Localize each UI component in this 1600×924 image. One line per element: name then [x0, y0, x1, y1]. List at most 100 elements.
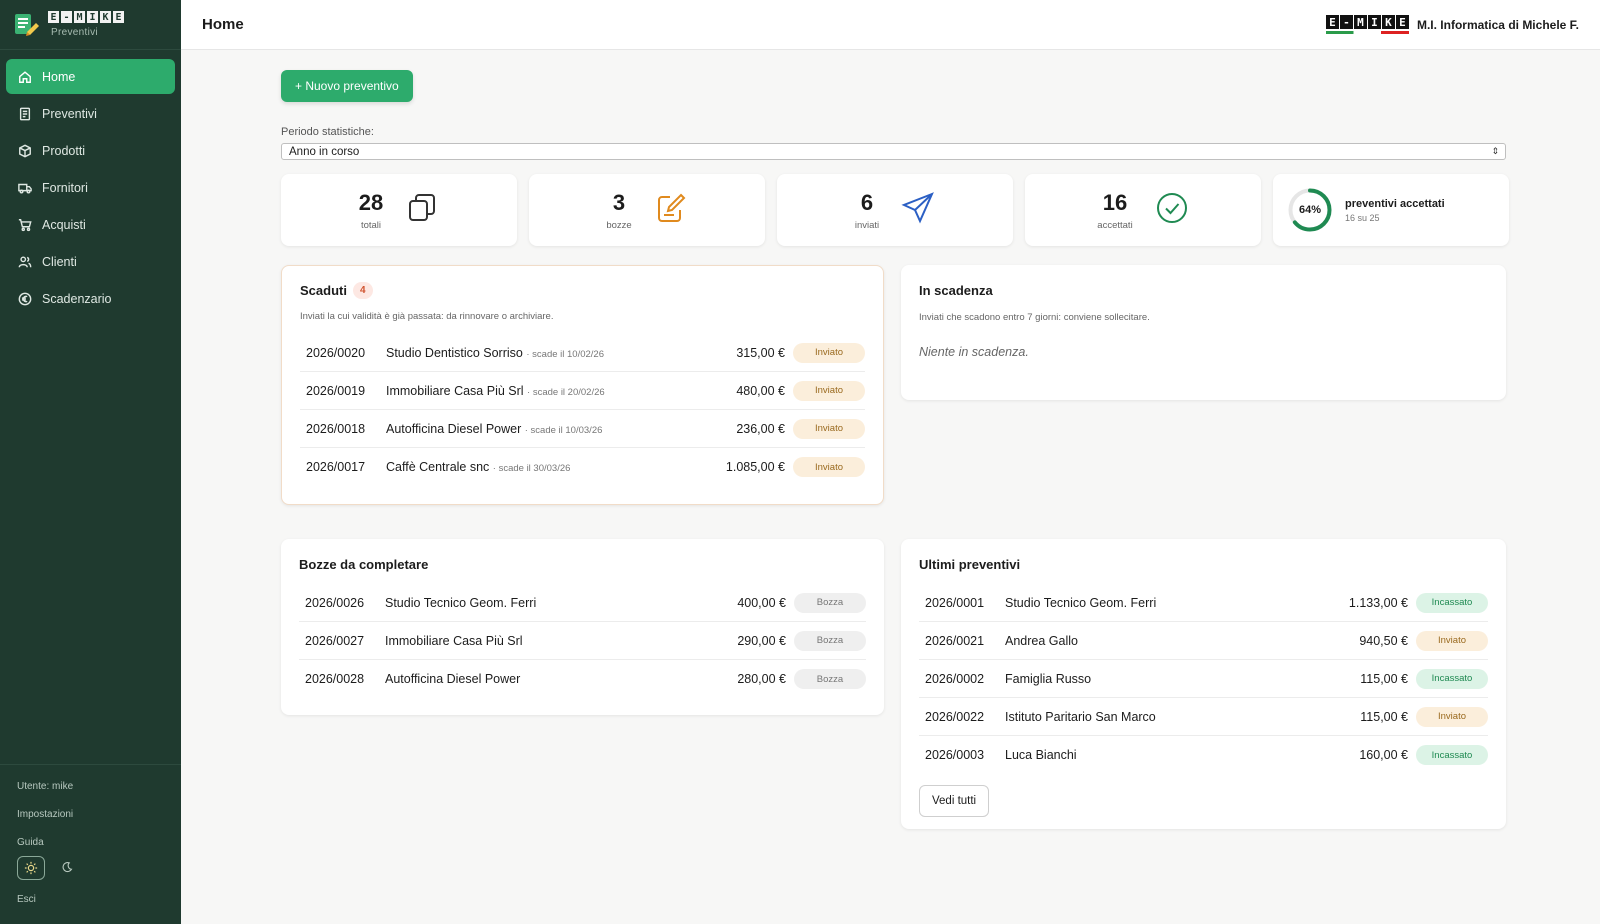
expiring-title: In scadenza — [919, 283, 993, 298]
moon-icon — [62, 861, 73, 872]
sidebar-item-clienti[interactable]: Clienti — [6, 244, 175, 279]
quote-row[interactable]: 2026/0020 Studio Dentistico Sorriso · sca… — [300, 334, 865, 372]
current-user: Utente: mike — [17, 781, 74, 792]
quote-row[interactable]: 2026/0022 Istituto Paritario San Marco 115… — [919, 698, 1488, 736]
status-badge: Inviato — [793, 380, 865, 401]
new-quote-button[interactable]: + Nuovo preventivo — [281, 70, 413, 102]
quote-client-wrap: Studio Tecnico Geom. Ferri — [1005, 596, 1328, 610]
sidebar-item-prodotti[interactable]: Prodotti — [6, 133, 175, 168]
sidebar-item-acquisti[interactable]: Acquisti — [6, 207, 175, 242]
sidebar-item-home[interactable]: Home — [6, 59, 175, 94]
logo-letter: E — [1325, 15, 1339, 29]
euro-icon — [18, 292, 32, 306]
quote-client: Autofficina Diesel Power — [385, 672, 521, 686]
dark-theme-button[interactable] — [61, 861, 73, 876]
status-badge: Inviato — [1416, 630, 1488, 651]
stat-card-inviati: 6 inviati — [777, 174, 1013, 246]
home-icon — [18, 70, 32, 84]
quote-row[interactable]: 2026/0028 Autofficina Diesel Power 280,00 … — [299, 660, 866, 698]
status-badge: Incassato — [1416, 592, 1488, 613]
stat-label: inviati — [854, 219, 880, 231]
topbar: Home E-MIKE M.I. Informatica di Michele … — [181, 0, 1600, 50]
quote-client-wrap: Immobiliare Casa Più Srl — [385, 634, 706, 648]
drafts-card: Bozze da completare 2026/0026 Studio Tecn… — [281, 539, 884, 715]
users-icon — [18, 255, 32, 269]
sidebar-footer: Utente: mike Impostazioni Guida Esci — [0, 764, 181, 924]
status-badge: Inviato — [793, 418, 865, 439]
settings-link[interactable]: Impostazioni — [17, 809, 164, 820]
quote-code: 2026/0002 — [925, 671, 985, 686]
sidebar-item-label: Prodotti — [42, 143, 86, 158]
quote-row[interactable]: 2026/0001 Studio Tecnico Geom. Ferri 1.133… — [919, 584, 1488, 622]
status-badge: Bozza — [794, 669, 866, 689]
logo-letter: K — [100, 11, 111, 23]
quote-amount: 315,00 € — [736, 345, 785, 360]
acceptance-title: preventivi accettati — [1345, 197, 1445, 210]
quote-row[interactable]: 2026/0027 Immobiliare Casa Più Srl 290,00 … — [299, 622, 866, 660]
quote-client: Studio Tecnico Geom. Ferri — [1005, 595, 1157, 610]
cart-icon — [18, 218, 32, 232]
sidebar-item-label: Fornitori — [42, 180, 88, 195]
quote-row[interactable]: 2026/0017 Caffè Centrale snc · scade il 3… — [300, 448, 865, 486]
quote-amount: 115,00 € — [1360, 671, 1408, 686]
expired-card: Scaduti 4 Inviati la cui validità è già … — [281, 265, 884, 505]
sidebar: E-MIKE Preventivi Home Preventivi Prodot… — [0, 0, 181, 924]
quote-client-wrap: Autofficina Diesel Power — [385, 672, 706, 686]
quote-amount: 115,00 € — [1360, 709, 1408, 724]
recent-list: 2026/0001 Studio Tecnico Geom. Ferri 1.133… — [919, 584, 1488, 774]
light-theme-button[interactable] — [17, 856, 45, 880]
quote-amount: 160,00 € — [1359, 748, 1408, 762]
stat-label: bozze — [606, 219, 632, 231]
quote-row[interactable]: 2026/0002 Famiglia Russo 115,00 € Incassato — [919, 660, 1488, 698]
quote-client: Luca Bianchi — [1005, 748, 1077, 762]
period-label: Periodo statistiche: — [281, 126, 374, 138]
send-icon — [901, 191, 935, 230]
quote-amount: 1.133,00 € — [1348, 595, 1408, 610]
period-select[interactable]: Anno in corso ⇕ — [281, 143, 1506, 160]
stat-card-totali: 28 totali — [281, 174, 517, 246]
quote-due-date: · scade il 10/02/26 — [526, 348, 604, 360]
quote-row[interactable]: 2026/0018 Autofficina Diesel Power · scad… — [300, 410, 865, 448]
see-all-button[interactable]: Vedi tutti — [919, 785, 990, 817]
quote-client-wrap: Andrea Gallo — [1005, 634, 1328, 648]
check-circle-icon — [1155, 191, 1189, 230]
expired-list: 2026/0020 Studio Dentistico Sorriso · sca… — [300, 334, 865, 486]
logo-letter: M — [1353, 15, 1367, 29]
sidebar-item-label: Clienti — [42, 254, 77, 269]
quote-client: Autofficina Diesel Power — [386, 421, 522, 436]
quote-row[interactable]: 2026/0019 Immobiliare Casa Più Srl · scad… — [300, 372, 865, 410]
quote-client-wrap: Luca Bianchi — [1005, 748, 1328, 762]
logo-letter: K — [1381, 15, 1395, 29]
quote-code: 2026/0022 — [925, 709, 985, 724]
guide-link[interactable]: Guida — [17, 837, 164, 848]
quote-code: 2026/0018 — [306, 421, 366, 436]
logo-letter: E — [48, 11, 59, 23]
stats-row: 28 totali 3 bozze 6 inviati 16 accettati — [281, 174, 1509, 246]
select-arrows-icon: ⇕ — [1491, 146, 1499, 156]
sidebar-item-fornitori[interactable]: Fornitori — [6, 170, 175, 205]
status-badge: Inviato — [793, 342, 865, 363]
quote-row[interactable]: 2026/0021 Andrea Gallo 940,50 € Inviato — [919, 622, 1488, 660]
page-title: Home — [202, 16, 244, 33]
sidebar-item-scadenzario[interactable]: Scadenzario — [6, 281, 175, 316]
logout-link[interactable]: Esci — [17, 894, 164, 905]
quote-client: Istituto Paritario San Marco — [1005, 709, 1156, 724]
acceptance-ring: 64% — [1287, 187, 1333, 233]
logo-letter: E — [113, 11, 124, 23]
period-select-value: Anno in corso — [289, 145, 360, 158]
expiring-desc: Inviati che scadono entro 7 giorni: conv… — [919, 312, 1150, 323]
quote-client-wrap: Famiglia Russo — [1005, 672, 1328, 686]
acceptance-percent: 64% — [1298, 204, 1322, 216]
recent-title: Ultimi preventivi — [919, 557, 1021, 572]
quote-amount: 280,00 € — [737, 672, 786, 686]
quote-row[interactable]: 2026/0026 Studio Tecnico Geom. Ferri 400,0… — [299, 584, 866, 622]
sidebar-item-preventivi[interactable]: Preventivi — [6, 96, 175, 131]
quote-row[interactable]: 2026/0003 Luca Bianchi 160,00 € Incassato — [919, 736, 1488, 774]
quote-client: Caffè Centrale snc — [386, 460, 490, 474]
quote-client-wrap: Caffè Centrale snc · scade il 30/03/26 — [386, 460, 705, 474]
stat-value: 3 — [612, 189, 626, 215]
box-icon — [18, 144, 32, 158]
drafts-list: 2026/0026 Studio Tecnico Geom. Ferri 400,0… — [299, 584, 866, 698]
quote-code: 2026/0001 — [925, 595, 985, 610]
truck-icon — [18, 181, 32, 195]
